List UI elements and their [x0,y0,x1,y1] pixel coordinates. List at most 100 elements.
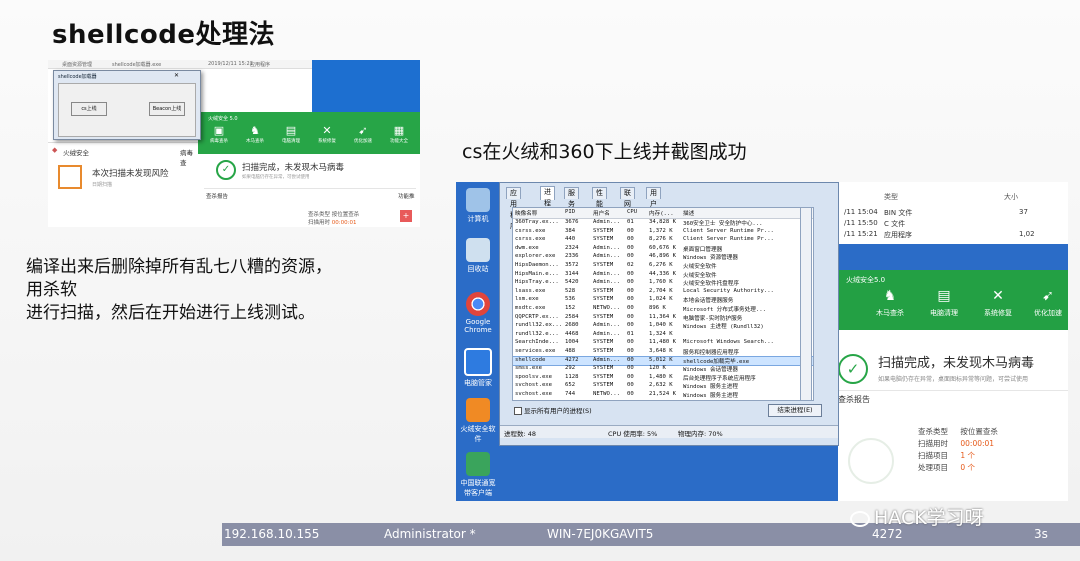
tab-applications[interactable]: 应用程序 [506,187,521,230]
process-cell: 2680 [565,322,579,329]
pc-manager-desktop-icon[interactable]: 电脑管家 [458,348,498,388]
detail-label: 查杀类型 [918,427,948,436]
process-row[interactable]: csrss.exe 384 SYSTEM 00 1,372 K Client Server… [513,228,813,237]
tab-processes[interactable]: 进程 [540,186,555,207]
speedup-tool[interactable]: ➹ 优化加速 [348,124,378,144]
process-row[interactable]: shellcode 4272 Admin... 00 5,012 K shellcode加… [513,355,813,367]
explorer-header: 类型 大小 [844,192,1064,202]
process-count: 进程数: 48 [504,430,537,438]
process-row[interactable]: lsm.exe 536 SYSTEM 00 1,024 K 本地会话管理器服务 [513,296,813,305]
column-description[interactable]: 描述 [683,209,694,217]
process-cell: 桌面窗口管理器 [683,246,723,253]
divider [204,188,416,189]
tab-services[interactable]: 服务 [564,187,579,208]
check-icon: ✓ [838,354,868,384]
more-features[interactable]: 功能推 [398,192,415,200]
clean-tool[interactable]: ▤ 电脑清理 [922,288,966,318]
tool-label: 电脑清理 [930,309,958,317]
process-cell: 01 [627,330,634,337]
recycle-bin-icon [466,238,490,262]
panel-sub: 日期扫描 [92,182,113,188]
file-row[interactable]: /11 15:21 应用程序 1,02 [844,230,1064,240]
process-list[interactable]: 映像名称 PID 用户名 CPU 内存(... 描述 360Tray.ex...… [512,207,814,401]
process-cell: 00 [627,339,634,346]
process-row[interactable]: smss.exe 292 SYSTEM 00 120 K Windows 会话管理器 [513,365,813,374]
process-row[interactable]: rundll32.ex... 2680 Admin... 00 1,040 K Windo… [513,322,813,331]
process-cell: 60,676 K [649,244,676,251]
file-row[interactable]: /11 15:04 BIN 文件 37 [844,208,1064,218]
process-row[interactable]: msdtc.exe 152 NETWO... 00 896 K Microsoft 分布式… [513,305,813,314]
chrome-desktop-icon[interactable]: Google Chrome [458,292,498,334]
process-row[interactable]: QQPCRTP.ex... 2584 SYSTEM 00 11,364 K 电脑管家-实时… [513,314,813,323]
process-cell: Admin... [593,322,620,329]
huorong-desktop-icon[interactable]: 火绒安全软件 [458,398,498,444]
loader-dialog: shellcode加载器 ✕ cs上线 Beacon上线 [53,70,201,140]
plus-icon[interactable]: + [400,210,412,222]
virus-scan-tool[interactable]: ▣ 病毒查杀 [204,124,234,144]
process-cell: Admin... [593,244,620,251]
process-cell: 152 [565,305,576,311]
process-cell: SYSTEM [593,262,614,268]
cs-online-button[interactable]: cs上线 [71,102,107,116]
process-row[interactable]: svchost.exe 652 SYSTEM 00 2,632 K Windows 服务主… [513,382,813,391]
process-cell: rundll32.ex... [515,322,563,329]
process-cell: SYSTEM [593,348,614,354]
repair-tool[interactable]: ✕ 系统修复 [312,124,342,144]
process-row[interactable]: SearchInde... 1004 SYSTEM 00 11,480 K Microso… [513,339,813,348]
process-cell: 11,480 K [649,339,676,346]
column-image[interactable]: 映像名称 [515,209,537,217]
column-cpu[interactable]: CPU [627,209,637,215]
scan-result: 扫描完成，未发现木马病毒 [242,163,345,173]
process-row[interactable]: 360Tray.ex... 3676 Admin... 01 34,828 K 360安全… [513,219,813,228]
file-row[interactable]: /11 15:50 C 文件 [844,219,1064,229]
tool-label: 木马查杀 [876,309,904,317]
process-cell: 4468 [565,330,579,337]
process-row[interactable]: HipsMain.e... 3144 Admin... 00 44,336 K 火绒安全软… [513,271,813,280]
dialog-body: cs上线 Beacon上线 [58,83,196,137]
process-row[interactable]: spoolsv.exe 1128 SYSTEM 00 1,480 K 后台处理程序子系统应… [513,374,813,383]
column-user[interactable]: 用户名 [593,209,610,217]
tool-label: 功能大全 [390,139,408,144]
process-row[interactable]: svchost.exe 744 NETWO... 00 21,524 K Windows … [513,391,813,400]
show-all-users[interactable]: 显示所有用户的进程(S) [514,405,592,415]
trojan-scan-tool[interactable]: ♞ 木马查杀 [868,288,912,318]
trojan-scan-tool[interactable]: ♞ 木马查杀 [240,124,270,144]
column-memory[interactable]: 内存(... [649,209,674,217]
tab-networking[interactable]: 联网 [620,187,635,208]
process-cell: Windows 主进程 (Rundll32) [683,324,764,331]
computer-desktop-icon[interactable]: 计算机 [458,188,498,224]
process-cell: SYSTEM [593,287,614,294]
process-row[interactable]: dwm.exe 2324 Admin... 00 60,676 K 桌面窗口管理器 [513,245,813,254]
process-row[interactable]: rundll32.e... 4468 Admin... 01 1,324 K [513,331,813,340]
column-pid[interactable]: PID [565,209,575,215]
close-icon[interactable]: ✕ [174,72,179,79]
unicom-desktop-icon[interactable]: 中国联通宽带客户端 [458,452,498,498]
process-cell: spoolsv.exe [515,373,553,380]
tab-performance[interactable]: 性能 [592,187,607,208]
checkbox-icon[interactable] [514,407,522,415]
process-cell: SYSTEM [593,313,614,320]
features-tool[interactable]: ▦ 功能大全 [384,124,414,144]
process-row[interactable]: csrss.exe 440 SYSTEM 00 8,276 K Client Server… [513,236,813,245]
process-cell: 1128 [565,373,579,380]
process-cell: 1,324 K [649,330,673,337]
detail-value: 00:00:01 [960,439,995,448]
repair-tool[interactable]: ✕ 系统修复 [976,288,1020,318]
process-list-scrollbar[interactable] [800,207,812,401]
process-row[interactable]: HipsDaemon... 3572 SYSTEM 02 6,276 K 火绒安全软件 [513,262,813,271]
process-cell: rundll32.e... [515,330,559,337]
beacon-online-button[interactable]: Beacon上线 [149,102,185,116]
process-row[interactable]: HipsTray.e... 5420 Admin... 00 1,760 K 火绒安全软件… [513,279,813,288]
check-icon: ✓ [216,160,236,180]
process-row[interactable]: explorer.exe 2336 Admin... 00 46,896 K Window… [513,253,813,262]
panel-right-label: 病毒查 [180,149,193,167]
clean-tool[interactable]: ▤ 电脑清理 [276,124,306,144]
process-cell: HipsDaemon... [515,262,559,268]
recycle-bin-desktop-icon[interactable]: 回收站 [458,238,498,274]
process-row[interactable]: lsass.exe 528 SYSTEM 00 2,704 K Local Securit… [513,288,813,297]
speedup-tool[interactable]: ➹ 优化加速 [1026,288,1068,318]
process-row[interactable]: services.exe 488 SYSTEM 00 3,648 K 服务和控制器应用程序 [513,348,813,357]
process-cell: svchost.exe [515,382,553,389]
tab-users[interactable]: 用户 [646,187,661,208]
end-process-button[interactable]: 结束进程(E) [768,404,822,417]
